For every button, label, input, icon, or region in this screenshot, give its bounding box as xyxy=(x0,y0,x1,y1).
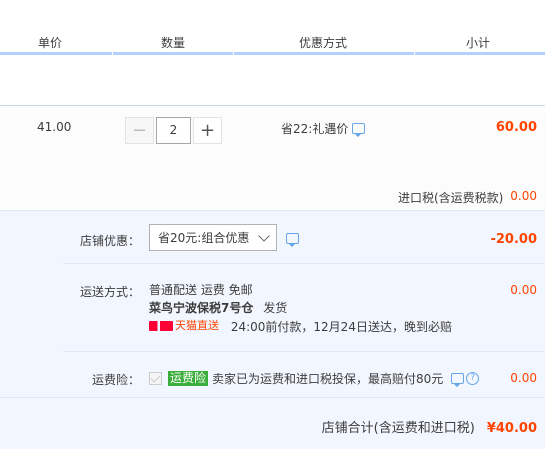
header-discount-method: 优惠方式 xyxy=(299,36,348,50)
divider xyxy=(63,351,545,352)
import-tax-value: 0.00 xyxy=(510,189,537,203)
cart-item-row: 41.00 − 2 + 省22:礼遇价 60.00 进口税(含运费税款) 0.0… xyxy=(0,105,545,209)
shipping-warehouse: 菜鸟宁波保税7号仓 发货 xyxy=(149,299,452,317)
delivery-promise: 天猫直送 24:00前付款，12月24日送达，晚到必赔 xyxy=(149,317,452,336)
shop-total-value: ¥40.00 xyxy=(486,421,537,436)
chevron-down-icon xyxy=(258,230,270,242)
shop-discount-label: 店铺优惠： xyxy=(79,234,140,248)
header-divider xyxy=(233,50,234,55)
divider xyxy=(63,263,545,264)
shipping-label: 运送方式： xyxy=(79,285,140,299)
quantity-input[interactable]: 2 xyxy=(156,117,191,144)
header-unit-price: 单价 xyxy=(38,36,63,50)
shipping-value: 0.00 xyxy=(510,283,537,297)
tmall-direct-badge: 天猫直送 xyxy=(149,317,219,335)
shop-total-label: 店铺合计(含运费和进口税) xyxy=(321,421,475,436)
delivery-time: 24:00前付款，12月24日送达，晚到必赔 xyxy=(230,320,452,334)
insurance-value: 0.00 xyxy=(510,371,537,385)
item-subtotal: 60.00 xyxy=(495,120,537,135)
header-subtotal: 小计 xyxy=(466,36,491,50)
insurance-info: 运费险 卖家已为运费和进口税投保，最高赔付80元 ? xyxy=(149,370,480,387)
shop-discount-selected: 省20元:组合优惠 xyxy=(158,231,250,245)
insurance-text: 卖家已为运费和进口税投保，最高赔付80元 xyxy=(212,372,444,386)
shipping-method: 普通配送 运费 免邮 xyxy=(149,283,253,297)
chat-bubble-icon[interactable] xyxy=(352,123,366,137)
insurance-label: 运费险： xyxy=(91,373,140,387)
shop-total: 店铺合计(含运费和进口税) ¥40.00 xyxy=(322,417,537,436)
header-divider xyxy=(112,50,113,55)
header-divider xyxy=(414,50,415,55)
shipping-info: 普通配送 运费 免邮 菜鸟宁波保税7号仓 发货 天猫直送 24:00前付款，12… xyxy=(149,281,452,336)
insurance-checkbox[interactable] xyxy=(149,372,162,385)
promotion-text: 省22:礼遇价 xyxy=(281,122,349,136)
shop-discount-select[interactable]: 省20元:组合优惠 xyxy=(149,224,277,251)
item-promotion: 省22:礼遇价 xyxy=(281,120,366,137)
quantity-increase-button[interactable]: + xyxy=(193,117,222,144)
cart-table-header: 单价 数量 优惠方式 小计 xyxy=(0,0,545,55)
tmall-logo-icon xyxy=(149,321,173,331)
chat-bubble-icon[interactable] xyxy=(451,373,465,387)
item-unit-price: 41.00 xyxy=(37,120,72,134)
divider xyxy=(0,397,545,398)
warehouse-name: 菜鸟宁波保税7号仓 xyxy=(149,301,254,315)
warehouse-suffix: 发货 xyxy=(263,301,288,315)
shop-summary: 店铺优惠： 省20元:组合优惠 -20.00 运送方式： 普通配送 运费 免邮 … xyxy=(0,210,545,449)
shop-discount-value: -20.00 xyxy=(490,232,537,247)
help-icon[interactable]: ? xyxy=(466,372,480,385)
chat-bubble-icon[interactable] xyxy=(286,233,299,247)
insurance-badge: 运费险 xyxy=(168,371,209,386)
quantity-stepper: − 2 + xyxy=(125,117,222,144)
quantity-decrease-button[interactable]: − xyxy=(125,117,154,144)
header-quantity: 数量 xyxy=(161,36,186,50)
import-tax-label: 进口税(含运费税款) xyxy=(398,191,504,205)
